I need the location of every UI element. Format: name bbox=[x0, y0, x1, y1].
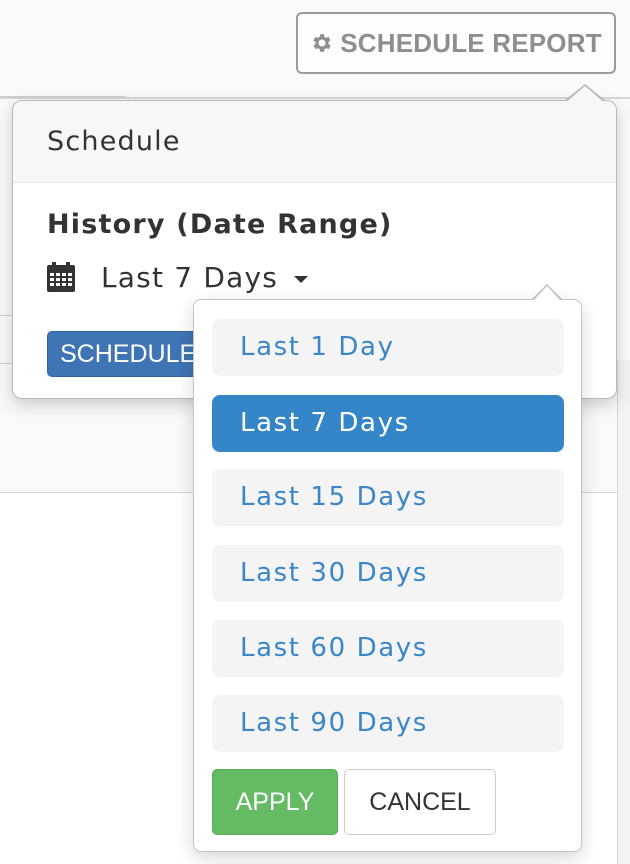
option-last-1-day[interactable]: Last 1 Day bbox=[212, 319, 564, 376]
history-label: History (Date Range) bbox=[47, 209, 393, 240]
schedule-report-label: SCHEDULE REPORT bbox=[340, 27, 602, 58]
dropdown-arrow-fill bbox=[534, 286, 560, 300]
popover-header: Schedule bbox=[13, 101, 616, 183]
option-last-7-days[interactable]: Last 7 Days bbox=[212, 395, 564, 452]
selected-range: Last 7 Days bbox=[101, 260, 279, 294]
calendar-icon bbox=[47, 262, 75, 292]
schedule-report-button[interactable]: SCHEDULE REPORT bbox=[296, 12, 616, 74]
option-last-90-days[interactable]: Last 90 Days bbox=[212, 695, 564, 752]
caret-down-icon bbox=[294, 275, 309, 283]
date-range-dropdown: Last 1 Day Last 7 Days Last 15 Days Last… bbox=[193, 299, 582, 852]
apply-button[interactable]: APPLY bbox=[212, 769, 338, 835]
background-scroll-edge bbox=[617, 360, 630, 864]
gear-icon bbox=[313, 34, 331, 52]
popover-arrow-fill bbox=[565, 86, 605, 103]
popover-title: Schedule bbox=[47, 126, 181, 157]
cancel-button[interactable]: CANCEL bbox=[344, 769, 496, 835]
option-last-60-days[interactable]: Last 60 Days bbox=[212, 620, 564, 677]
option-last-15-days[interactable]: Last 15 Days bbox=[212, 469, 564, 526]
page: SCHEDULE REPORT Schedule History (Date R… bbox=[0, 0, 630, 864]
date-range-toggle[interactable]: Last 7 Days bbox=[47, 257, 309, 297]
option-last-30-days[interactable]: Last 30 Days bbox=[212, 545, 564, 602]
